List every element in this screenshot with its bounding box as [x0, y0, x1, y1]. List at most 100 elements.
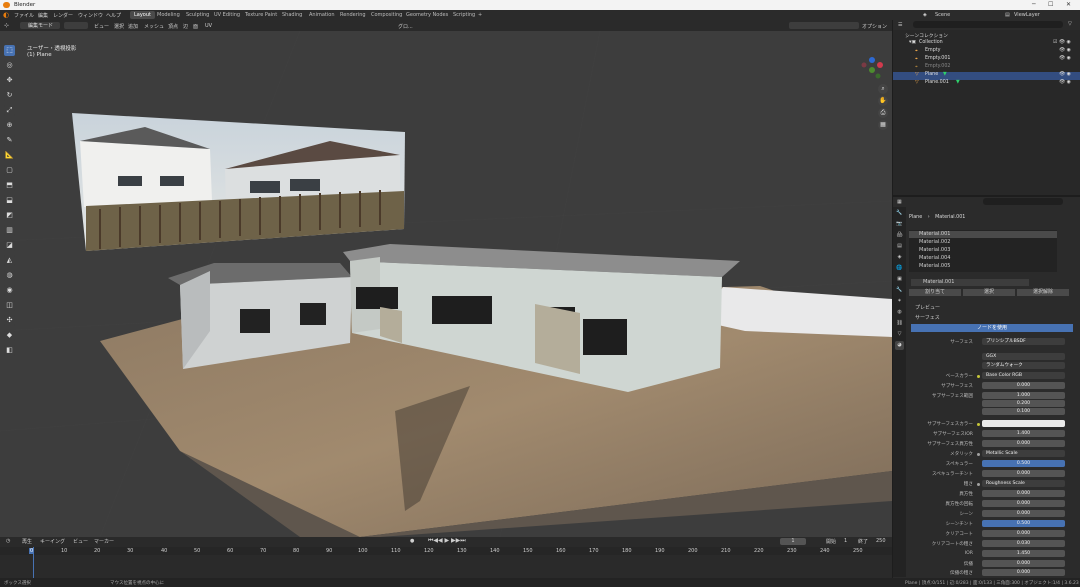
edge-slide-tool-icon[interactable]: ◫: [4, 300, 15, 311]
playhead[interactable]: [33, 547, 34, 578]
constraints-tab-icon[interactable]: ⛓: [895, 319, 904, 328]
menu-view[interactable]: ビュー: [94, 23, 109, 30]
material-slot[interactable]: Material.001: [909, 231, 1057, 238]
menu-file[interactable]: ファイル: [14, 12, 34, 19]
outliner-row-empty[interactable]: ⌖ Empty 👁 ◉: [893, 48, 1080, 56]
menu-face[interactable]: 面: [193, 23, 198, 30]
surface-panel-header[interactable]: サーフェス: [915, 314, 940, 321]
annotate-tool-icon[interactable]: ✎: [4, 135, 15, 146]
select-mode-buttons[interactable]: [64, 22, 88, 29]
select-button[interactable]: 選択: [963, 289, 1015, 296]
deselect-button[interactable]: 選択解除: [1017, 289, 1069, 296]
options-menu[interactable]: オプション: [862, 23, 887, 30]
use-nodes-button[interactable]: ノードを使用: [911, 324, 1073, 332]
outliner-row-plane[interactable]: ▽ Plane ▼ 👁 ◉: [893, 72, 1080, 80]
tab-geometry-nodes[interactable]: Geometry Nodes: [402, 11, 452, 19]
menu-playback[interactable]: 再生: [22, 538, 32, 545]
filter-icon[interactable]: ▽: [1068, 21, 1072, 27]
tab-shading[interactable]: Shading: [278, 11, 306, 19]
assign-button[interactable]: 割り当て: [909, 289, 961, 296]
maximize-icon[interactable]: ☐: [1048, 1, 1053, 8]
record-icon[interactable]: ●: [410, 538, 414, 544]
spin-tool-icon[interactable]: ◍: [4, 270, 15, 281]
shear-tool-icon[interactable]: ◆: [4, 330, 15, 341]
scene-tab-icon[interactable]: ◈: [895, 253, 904, 262]
scene-name[interactable]: Scene: [935, 12, 950, 18]
output-tab-icon[interactable]: 🖨: [895, 231, 904, 240]
menu-add[interactable]: 追加: [128, 23, 138, 30]
view-layer-name[interactable]: ViewLayer: [1014, 12, 1040, 18]
scene-icon[interactable]: ◈: [923, 12, 927, 18]
object-tab-icon[interactable]: ▣: [895, 275, 904, 284]
3d-viewport[interactable]: ユーザー・透視投影 (1) Plane: [0, 31, 892, 537]
menu-keying[interactable]: キーイング: [40, 538, 65, 545]
outliner-row-plane-001[interactable]: ▽ Plane.001 ▼ 👁 ◉: [893, 80, 1080, 88]
rip-tool-icon[interactable]: ◧: [4, 345, 15, 356]
measure-tool-icon[interactable]: 📐: [4, 150, 15, 161]
modifier-tab-icon[interactable]: 🔧: [895, 286, 904, 295]
close-icon[interactable]: ✕: [1066, 1, 1071, 8]
tab-compositing[interactable]: Compositing: [367, 11, 406, 19]
cursor-tool-icon[interactable]: ◎: [4, 60, 15, 71]
select-tool-icon[interactable]: ⬚: [4, 45, 15, 56]
current-frame-field[interactable]: 1: [780, 538, 806, 545]
editor-type-icon[interactable]: ⊹: [4, 22, 9, 29]
minimize-icon[interactable]: ─: [1032, 1, 1036, 8]
timeline-ruler[interactable]: 0 10 20 30 40 50 60 70 80 90 100 110 120…: [0, 547, 892, 555]
inset-tool-icon[interactable]: ⬓: [4, 195, 15, 206]
tab-animation[interactable]: Animation: [305, 11, 339, 19]
particles-tab-icon[interactable]: ✶: [895, 297, 904, 306]
menu-marker[interactable]: マーカー: [94, 538, 114, 545]
extrude-tool-icon[interactable]: ⬒: [4, 180, 15, 191]
outliner-row-empty-002[interactable]: ⌖ Empty.002: [893, 64, 1080, 72]
poly-build-tool-icon[interactable]: ◭: [4, 255, 15, 266]
blender-menu-icon[interactable]: ◐: [3, 11, 9, 19]
shrink-tool-icon[interactable]: ✣: [4, 315, 15, 326]
transform-tool-icon[interactable]: ⊕: [4, 120, 15, 131]
properties-editor-icon[interactable]: ▦: [897, 199, 902, 205]
tab-sculpting[interactable]: Sculpting: [182, 11, 213, 19]
tool-tab-icon[interactable]: 🔧: [895, 209, 904, 218]
knife-tool-icon[interactable]: ◪: [4, 240, 15, 251]
camera-view-icon[interactable]: ⎙: [878, 108, 888, 118]
transform-orientation[interactable]: グロ...: [398, 23, 413, 30]
perspective-toggle-icon[interactable]: ▦: [878, 120, 888, 130]
tab-modeling[interactable]: Modeling: [153, 11, 184, 19]
smooth-tool-icon[interactable]: ◉: [4, 285, 15, 296]
view-layer-icon[interactable]: ▤: [1005, 12, 1010, 18]
menu-timeline-view[interactable]: ビュー: [73, 538, 88, 545]
world-tab-icon[interactable]: 🌐: [895, 264, 904, 273]
scale-tool-icon[interactable]: ⤢: [4, 105, 15, 116]
outliner-row-collection[interactable]: ▾▣ Collection ☑ 👁 ◉: [893, 40, 1080, 48]
material-slot[interactable]: Material.005: [909, 263, 1057, 270]
start-frame-field[interactable]: 1: [844, 538, 847, 544]
navigation-gizmo[interactable]: [858, 56, 886, 84]
mode-dropdown[interactable]: 編集モード: [20, 22, 60, 29]
pan-hand-icon[interactable]: ✋: [878, 96, 888, 106]
timeline-editor-icon[interactable]: ◷: [6, 538, 10, 544]
loop-cut-tool-icon[interactable]: ▥: [4, 225, 15, 236]
menu-window[interactable]: ウィンドウ: [78, 12, 103, 19]
material-slot-list[interactable]: Material.001 Material.002 Material.003 M…: [909, 230, 1057, 272]
playback-controls[interactable]: ⏮◀◀ ▶ ▶▶⏭: [428, 537, 466, 545]
menu-edit[interactable]: 編集: [38, 12, 48, 19]
material-slot[interactable]: Material.004: [909, 255, 1057, 262]
move-tool-icon[interactable]: ✥: [4, 75, 15, 86]
menu-vertex[interactable]: 頂点: [168, 23, 178, 30]
menu-uv[interactable]: UV: [205, 23, 212, 29]
outliner-row-empty-001[interactable]: ⌖ Empty.001 👁 ◉: [893, 56, 1080, 64]
timeline[interactable]: ◷ 再生 キーイング ビュー マーカー ● ⏮◀◀ ▶ ▶▶⏭ 1 開始 1 終…: [0, 537, 892, 578]
outliner-scene-collection[interactable]: シーンコレクション: [893, 32, 1080, 40]
end-frame-field[interactable]: 250: [876, 538, 886, 544]
view-layer-tab-icon[interactable]: ▤: [895, 242, 904, 251]
tab-rendering[interactable]: Rendering: [336, 11, 370, 19]
tab-layout[interactable]: Layout: [130, 11, 155, 19]
menu-help[interactable]: ヘルプ: [106, 12, 121, 19]
tab-texture-paint[interactable]: Texture Paint: [241, 11, 281, 19]
outliner-editor-icon[interactable]: ☰: [898, 22, 902, 28]
tab-uv-editing[interactable]: UV Editing: [210, 11, 244, 19]
menu-edge[interactable]: 辺: [183, 23, 188, 30]
add-workspace-button[interactable]: +: [474, 11, 486, 19]
material-slot[interactable]: Material.003: [909, 247, 1057, 254]
shading-controls[interactable]: [789, 22, 859, 29]
